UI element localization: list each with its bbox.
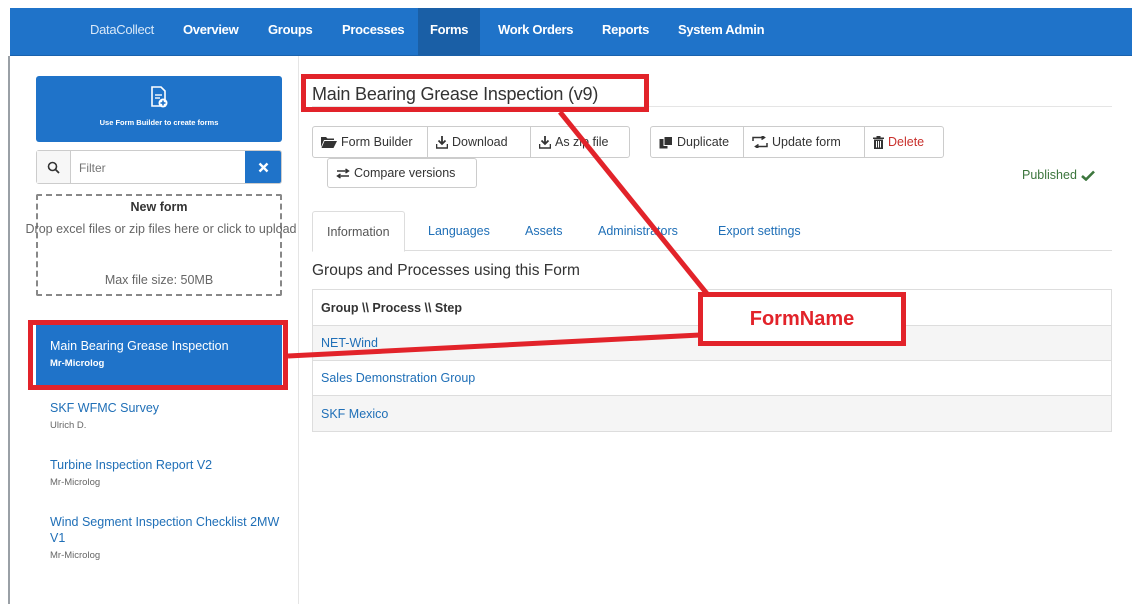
swap-icon: [752, 136, 768, 148]
nav-item-system-admin[interactable]: System Admin: [678, 8, 765, 56]
tab-administrators[interactable]: Administrators: [598, 211, 678, 251]
form-item-title: Turbine Inspection Report V2: [50, 458, 213, 472]
download-label: Download: [452, 135, 508, 149]
form-builder-tile[interactable]: Use Form Builder to create forms: [36, 76, 282, 142]
dropzone-max-size: Max file size: 50MB: [104, 273, 214, 287]
delete-label: Delete: [888, 135, 925, 149]
search-icon: [37, 151, 71, 183]
download-button[interactable]: Download: [427, 126, 531, 158]
download-icon: [436, 135, 448, 149]
nav-item-groups[interactable]: Groups: [268, 8, 313, 56]
tab-languages[interactable]: Languages: [428, 211, 490, 251]
annotation-title-box: [301, 74, 649, 112]
nav-item-forms[interactable]: Forms: [418, 8, 481, 56]
new-form-icon: [151, 86, 168, 108]
checkmark-icon: [1081, 170, 1095, 181]
dropzone-title: New form: [130, 200, 188, 214]
form-builder-label: Use Form Builder to create forms: [99, 118, 219, 127]
form-list-item[interactable]: SKF WFMC Survey Ulrich D.: [36, 400, 282, 431]
download-icon: [539, 135, 551, 149]
download-zip-button[interactable]: As zip file: [530, 126, 630, 158]
form-item-title: SKF WFMC Survey: [50, 401, 160, 415]
group-link[interactable]: Sales Demonstration Group: [321, 371, 475, 385]
annotation-list-item-box: [28, 320, 288, 390]
download-zip-label: As zip file: [555, 135, 609, 149]
group-link[interactable]: SKF Mexico: [321, 407, 388, 421]
duplicate-icon: [659, 135, 673, 148]
tab-assets[interactable]: Assets: [525, 211, 563, 251]
top-navbar: DataCollect Overview Groups Processes Fo…: [10, 8, 1132, 56]
upload-dropzone[interactable]: New form Drop excel files or zip files h…: [26, 194, 296, 296]
nav-item-work-orders[interactable]: Work Orders: [498, 8, 574, 56]
sidebar-divider: [298, 56, 299, 604]
form-builder-label: Form Builder: [341, 135, 413, 149]
form-item-author: Ulrich D.: [50, 420, 87, 431]
groups-heading: Groups and Processes using this Form: [312, 262, 580, 279]
nav-brand[interactable]: DataCollect: [90, 8, 154, 56]
trash-icon: [873, 135, 884, 149]
window-left-border: [8, 56, 10, 604]
annotation-callout: FormName: [698, 292, 906, 346]
nav-item-overview[interactable]: Overview: [183, 8, 239, 56]
close-icon: [258, 162, 268, 172]
form-tabs: Information Languages Assets Administrat…: [312, 211, 1112, 252]
delete-button[interactable]: Delete: [864, 126, 944, 158]
form-item-author: Mr-Microlog: [50, 477, 101, 488]
update-form-label: Update form: [772, 135, 841, 149]
form-builder-button[interactable]: Form Builder: [312, 126, 428, 158]
nav-item-processes[interactable]: Processes: [342, 8, 405, 56]
nav-item-reports[interactable]: Reports: [602, 8, 649, 56]
clear-filter-button[interactable]: [245, 151, 281, 183]
table-row: Sales Demonstration Group: [313, 361, 1111, 396]
duplicate-button[interactable]: Duplicate: [650, 126, 744, 158]
form-item-author: Mr-Microlog: [50, 550, 101, 561]
form-item-title: Wind Segment Inspection Checklist 2MW V1: [50, 515, 280, 545]
tab-information[interactable]: Information: [312, 211, 405, 252]
status-label: Published: [1022, 168, 1077, 182]
app-frame: { "navbar": { "brand": "DataCollect", "i…: [0, 0, 1134, 604]
form-list-item[interactable]: Turbine Inspection Report V2 Mr-Microlog: [36, 457, 282, 488]
dropzone-text: Drop excel files or zip files here or cl…: [25, 222, 297, 236]
folder-open-icon: [321, 137, 337, 148]
update-form-button[interactable]: Update form: [743, 126, 865, 158]
filter-box: [36, 150, 282, 184]
filter-input[interactable]: [79, 159, 229, 177]
duplicate-label: Duplicate: [677, 135, 730, 149]
table-row: SKF Mexico: [313, 396, 1111, 431]
status-badge: Published: [1022, 168, 1095, 182]
compare-icon: [336, 167, 350, 179]
group-link[interactable]: NET-Wind: [321, 336, 378, 350]
tab-export-settings[interactable]: Export settings: [718, 211, 801, 251]
compare-versions-label: Compare versions: [354, 166, 456, 180]
form-list-item[interactable]: Wind Segment Inspection Checklist 2MW V1…: [36, 514, 282, 561]
compare-versions-button[interactable]: Compare versions: [327, 158, 477, 188]
